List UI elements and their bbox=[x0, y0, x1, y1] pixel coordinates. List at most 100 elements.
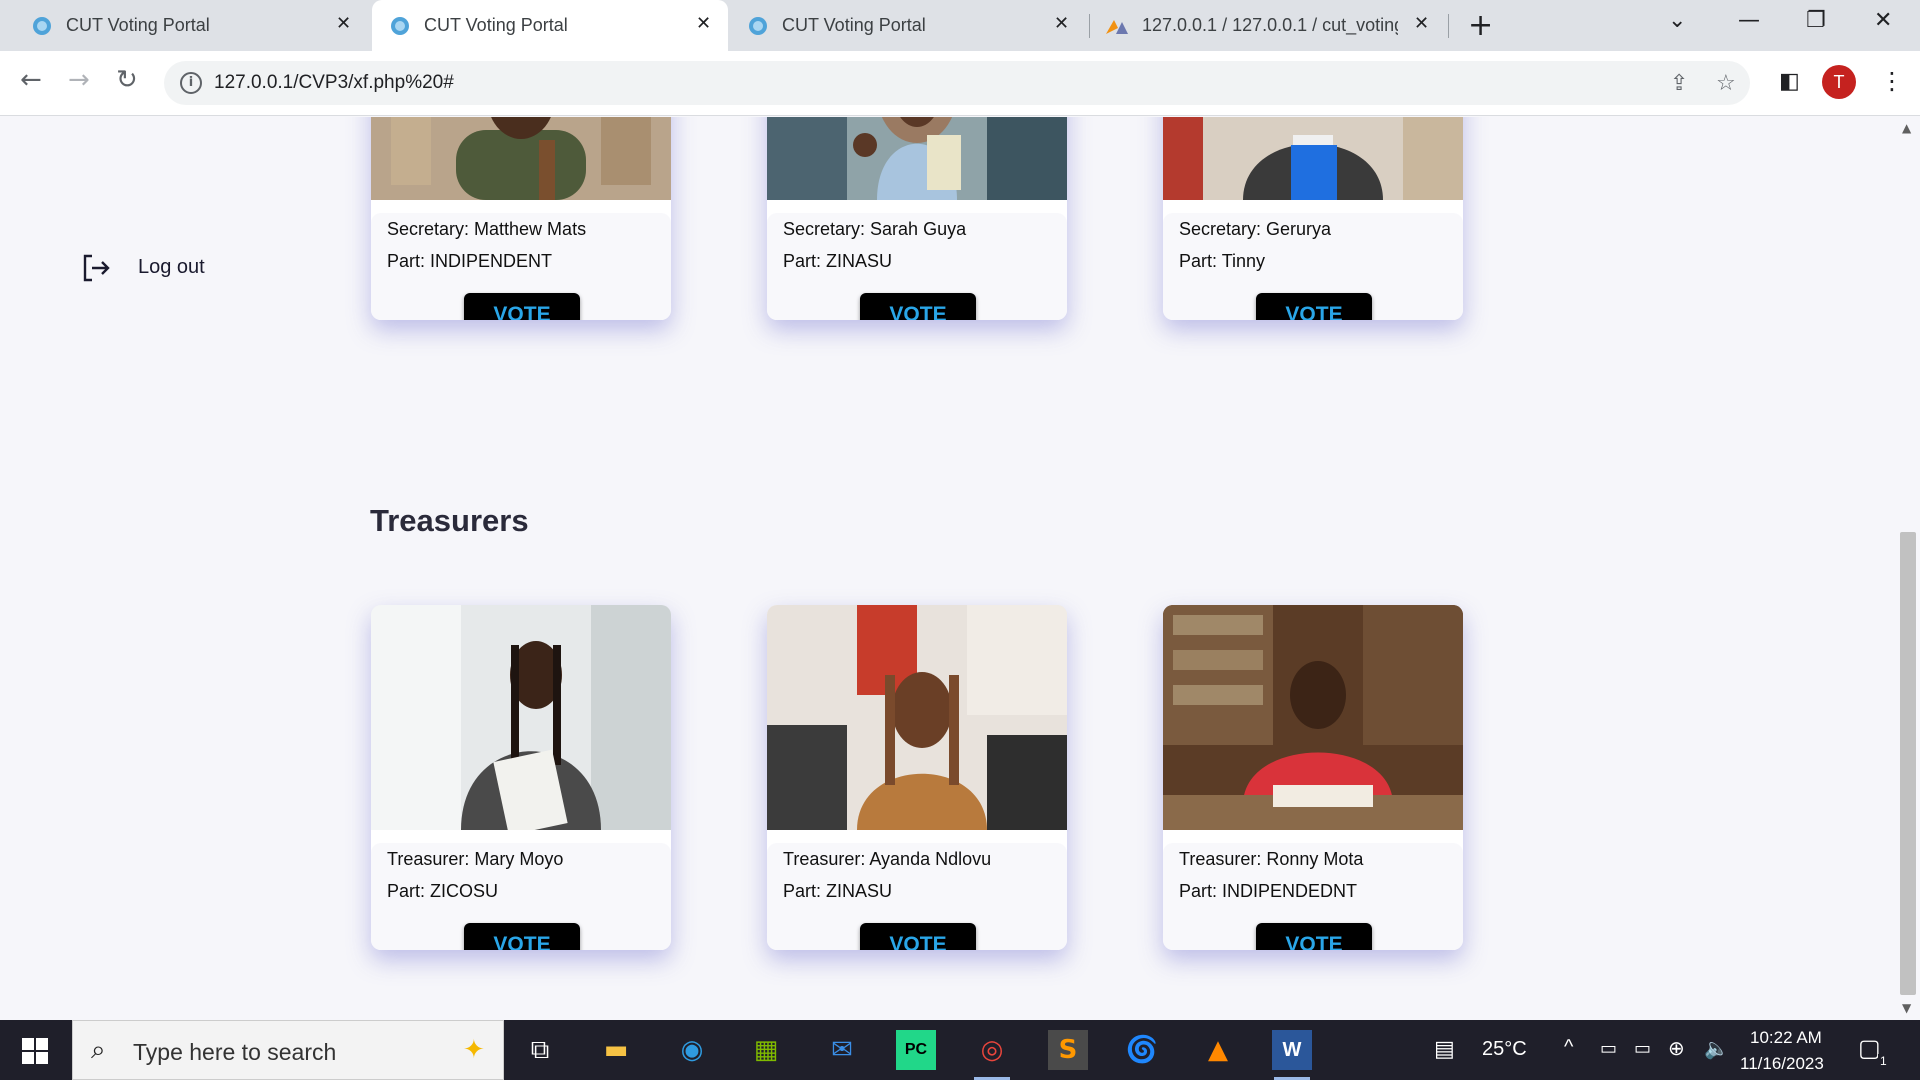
browser-tab-strip: CUT Voting Portal ✕ CUT Voting Portal ✕ … bbox=[0, 0, 1920, 51]
tab-phpmyadmin[interactable]: 127.0.0.1 / 127.0.0.1 / cut_voting ✕ bbox=[1090, 0, 1448, 51]
candidate-party: Part: Tinny bbox=[1179, 251, 1266, 271]
tab-cut-voting-portal-3[interactable]: CUT Voting Portal ✕ bbox=[730, 0, 1088, 51]
word-icon[interactable]: W bbox=[1272, 1030, 1312, 1080]
back-arrow-icon[interactable]: ← bbox=[20, 65, 42, 95]
weather-news-icon[interactable]: ▤ bbox=[1434, 1036, 1455, 1062]
candidate-role-name: Treasurer: Ayanda Ndlovu bbox=[783, 849, 992, 869]
tab-close-icon[interactable]: ✕ bbox=[696, 13, 711, 34]
mail-icon[interactable]: ✉ bbox=[822, 1030, 862, 1070]
candidate-photo bbox=[767, 117, 1067, 200]
meet-now-icon[interactable]: ▭ bbox=[1600, 1038, 1617, 1059]
vote-button[interactable]: VOTE bbox=[1256, 923, 1372, 950]
candidate-photo bbox=[371, 117, 671, 200]
new-tab-plus-icon[interactable]: + bbox=[1468, 8, 1493, 43]
candidate-party: Part: ZINASU bbox=[783, 251, 893, 271]
tab-title: CUT Voting Portal bbox=[424, 15, 568, 35]
minimize-icon[interactable]: — bbox=[1738, 8, 1760, 33]
section-heading-treasurers: Treasurers bbox=[370, 503, 529, 538]
tab-title: CUT Voting Portal bbox=[782, 15, 926, 35]
taskbar-search-box[interactable]: ⌕ Type here to search ✦ bbox=[72, 1020, 504, 1080]
vote-button[interactable]: VOTE bbox=[1256, 293, 1372, 320]
clock-date[interactable]: 11/16/2023 bbox=[1740, 1054, 1824, 1074]
task-view-icon[interactable]: ⧉ bbox=[520, 1030, 560, 1070]
tab-close-icon[interactable]: ✕ bbox=[1414, 13, 1429, 34]
globe-favicon-icon bbox=[749, 17, 767, 35]
tab-search-chevron-icon[interactable]: ⌄ bbox=[1668, 8, 1686, 33]
candidate-card: Treasurer: Mary Moyo Part: ZICOSU VOTE bbox=[371, 605, 671, 950]
logout-label[interactable]: Log out bbox=[138, 256, 205, 279]
weather-temperature[interactable]: 25°C bbox=[1482, 1038, 1527, 1061]
site-info-icon[interactable]: i bbox=[180, 72, 202, 94]
edge-browser-icon[interactable]: ◉ bbox=[672, 1030, 712, 1070]
file-explorer-icon[interactable]: ▬ bbox=[596, 1030, 636, 1070]
candidate-photo bbox=[1163, 117, 1463, 200]
tab-title: 127.0.0.1 / 127.0.0.1 / cut_voting bbox=[1142, 15, 1398, 35]
candidate-card: Secretary: Sarah Guya Part: ZINASU VOTE bbox=[767, 117, 1067, 320]
browser-menu-kebab-icon[interactable]: ⋮ bbox=[1880, 67, 1904, 95]
page-content: Log out Secretary: Matthew Mats Part: IN… bbox=[0, 117, 1920, 1021]
phpmyadmin-favicon-icon bbox=[1106, 20, 1128, 34]
pycharm-icon[interactable]: PC bbox=[896, 1030, 936, 1070]
clock-time[interactable]: 10:22 AM bbox=[1750, 1028, 1822, 1048]
scroll-up-arrow-icon[interactable]: ▲ bbox=[1902, 121, 1911, 135]
candidate-photo bbox=[1163, 605, 1463, 830]
address-bar-url[interactable]: 127.0.0.1/CVP3/xf.php%20# bbox=[214, 72, 454, 94]
side-panel-icon[interactable]: ◧ bbox=[1779, 69, 1800, 94]
tab-cut-voting-portal-2[interactable]: CUT Voting Portal ✕ bbox=[372, 0, 728, 51]
candidate-party: Part: INDIPENDENT bbox=[387, 251, 553, 271]
sublime-text-icon[interactable]: S bbox=[1048, 1030, 1088, 1070]
tab-separator bbox=[1448, 14, 1449, 38]
close-window-icon[interactable]: ✕ bbox=[1874, 8, 1892, 33]
reload-icon[interactable]: ↻ bbox=[116, 65, 138, 95]
tab-close-icon[interactable]: ✕ bbox=[336, 13, 351, 34]
vote-button[interactable]: VOTE bbox=[860, 923, 976, 950]
restore-window-icon[interactable]: ❐ bbox=[1806, 8, 1826, 33]
candidate-card: Treasurer: Ronny Mota Part: INDIPENDEDNT… bbox=[1163, 605, 1463, 950]
candidate-party: Part: INDIPENDEDNT bbox=[1179, 881, 1358, 901]
volume-muted-icon[interactable]: 🔈 bbox=[1704, 1036, 1729, 1061]
browser-toolbar: ← → ↻ i 127.0.0.1/CVP3/xf.php%20# ⇪ ☆ ◧ … bbox=[0, 51, 1920, 116]
tab-close-icon[interactable]: ✕ bbox=[1054, 13, 1069, 34]
show-hidden-icons-chevron-icon[interactable]: ^ bbox=[1564, 1036, 1573, 1059]
taskbar-search-placeholder[interactable]: Type here to search bbox=[133, 1039, 336, 1066]
candidate-info: Secretary: Gerurya Part: Tinny VOTE bbox=[1163, 213, 1463, 320]
candidate-role-name: Treasurer: Mary Moyo bbox=[387, 849, 564, 869]
vote-button[interactable]: VOTE bbox=[464, 293, 580, 320]
candidate-info: Treasurer: Ayanda Ndlovu Part: ZINASU VO… bbox=[767, 843, 1067, 950]
candidate-card: Secretary: Matthew Mats Part: INDIPENDEN… bbox=[371, 117, 671, 320]
microsoft-store-icon[interactable]: ▦ bbox=[746, 1030, 786, 1070]
network-globe-icon[interactable]: ⊕ bbox=[1668, 1036, 1685, 1061]
candidate-party: Part: ZICOSU bbox=[387, 881, 499, 901]
candidate-photo bbox=[371, 605, 671, 830]
windows-taskbar: ⌕ Type here to search ✦ ⧉ ▬ ◉ ▦ ✉ PC ◎ S… bbox=[0, 1020, 1920, 1080]
vote-button[interactable]: VOTE bbox=[860, 293, 976, 320]
search-icon: ⌕ bbox=[91, 1035, 106, 1065]
chrome-icon[interactable]: ◎ bbox=[972, 1030, 1012, 1080]
search-highlight-sparkle-icon: ✦ bbox=[463, 1035, 485, 1065]
tab-cut-voting-portal-1[interactable]: CUT Voting Portal ✕ bbox=[0, 0, 370, 51]
candidate-role-name: Treasurer: Ronny Mota bbox=[1179, 849, 1364, 869]
profile-avatar[interactable]: T bbox=[1822, 65, 1856, 99]
logout-link[interactable]: Log out bbox=[80, 252, 205, 284]
tab-title: CUT Voting Portal bbox=[66, 15, 210, 35]
logout-icon bbox=[83, 254, 110, 282]
globe-favicon-icon bbox=[33, 17, 51, 35]
candidate-info: Secretary: Matthew Mats Part: INDIPENDEN… bbox=[371, 213, 671, 320]
forward-arrow-icon[interactable]: → bbox=[68, 65, 90, 95]
candidate-role-name: Secretary: Sarah Guya bbox=[783, 219, 967, 239]
candidate-card: Treasurer: Ayanda Ndlovu Part: ZINASU VO… bbox=[767, 605, 1067, 950]
notification-count-badge: 1 bbox=[1878, 1054, 1889, 1068]
scrollbar-thumb[interactable] bbox=[1900, 532, 1916, 995]
bookmark-star-icon[interactable]: ☆ bbox=[1716, 71, 1736, 96]
globe-favicon-icon bbox=[391, 17, 409, 35]
vlc-icon[interactable]: ▲ bbox=[1198, 1030, 1238, 1070]
scroll-down-arrow-icon[interactable]: ▼ bbox=[1902, 1001, 1911, 1015]
vote-button[interactable]: VOTE bbox=[464, 923, 580, 950]
share-icon[interactable]: ⇪ bbox=[1670, 71, 1688, 96]
address-bar[interactable]: i 127.0.0.1/CVP3/xf.php%20# ⇪ ☆ bbox=[164, 61, 1750, 105]
windows-start-icon[interactable] bbox=[22, 1038, 48, 1064]
battery-icon[interactable]: ▭ bbox=[1634, 1038, 1651, 1059]
candidate-card: Secretary: Gerurya Part: Tinny VOTE bbox=[1163, 117, 1463, 320]
xampp-like-app-icon[interactable]: 🌀 bbox=[1122, 1030, 1162, 1070]
page-scrollbar[interactable]: ▲ ▼ bbox=[1896, 117, 1920, 1021]
